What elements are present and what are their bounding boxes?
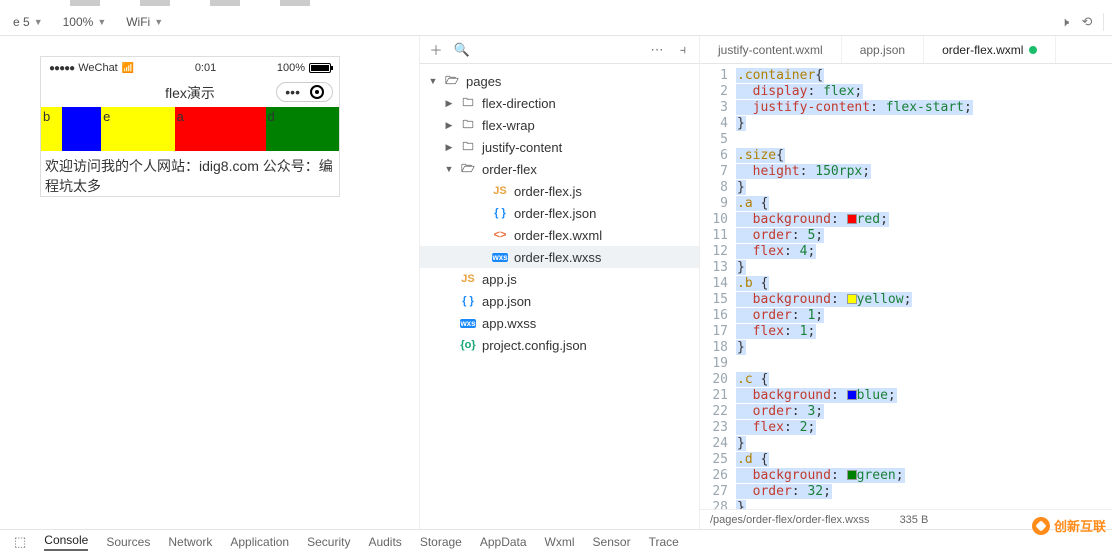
devtab-storage[interactable]: Storage [420,535,462,549]
box-a: a [175,107,266,151]
file-app-json[interactable]: { }app.json [420,290,699,312]
welcome-text: 欢迎访问我的个人网站：idig8.com 公众号：编程坑太多 [41,151,339,196]
folder-flex-wrap[interactable]: ▶🗀flex-wrap [420,114,699,136]
folder-order-flex[interactable]: ▼🗁order-flex [420,158,699,180]
wifi-icon [122,62,134,74]
watermark: 创新互联 [1032,516,1106,535]
file-app-wxss[interactable]: wxsapp.wxss [420,312,699,334]
file-path: /pages/order-flex/order-flex.wxss [710,514,870,526]
rotate-icon[interactable]: ⟲ [1079,14,1095,30]
file-order-flex-wxss[interactable]: wxsorder-flex.wxss [420,246,699,268]
box-c [62,107,101,151]
folder-pages[interactable]: ▼🗁pages [420,70,699,92]
capsule-close-icon[interactable] [310,85,324,99]
devtab-application[interactable]: Application [230,535,289,549]
code-editor[interactable]: 1234567891011121314151617181920212223242… [700,64,1112,509]
page-title: flex演示 [165,83,215,103]
file-order-flex-wxml[interactable]: <>order-flex.wxml [420,224,699,246]
file-app-js[interactable]: JSapp.js [420,268,699,290]
folder-icon: 🗁 [444,72,460,91]
zoom-dropdown[interactable]: 100%▼ [56,12,114,32]
capsule-menu-icon[interactable]: ••• [285,85,300,99]
folder-justify-content[interactable]: ▶🗀justify-content [420,136,699,158]
devtab-audits[interactable]: Audits [368,535,401,549]
split-icon[interactable]: ⫞ [675,42,691,58]
search-icon[interactable]: 🔍 [454,42,470,58]
devtab-network[interactable]: Network [168,535,212,549]
device-dropdown[interactable]: e 5▼ [6,12,50,32]
file-order-flex-js[interactable]: JSorder-flex.js [420,180,699,202]
battery-icon [309,63,331,73]
devtab-sensor[interactable]: Sensor [593,535,631,549]
inspect-icon[interactable]: ⬚ [14,534,26,550]
devtab-console[interactable]: Console [44,533,88,551]
box-e: e [101,107,175,151]
devtab-security[interactable]: Security [307,535,350,549]
simulator: ●●●●● WeChat 0:01 100% flex演示 ••• b [40,56,340,197]
devtab-appdata[interactable]: AppData [480,535,527,549]
modified-dot-icon [1029,46,1037,54]
file-project-config[interactable]: {o}project.config.json [420,334,699,356]
tab-justify-content[interactable]: justify-content.wxml [700,36,842,63]
tab-order-flex-wxml[interactable]: order-flex.wxml [924,36,1056,63]
logo-icon [1032,517,1050,535]
add-icon[interactable]: ＋ [428,42,444,58]
more-icon[interactable]: ⋯ [649,42,665,58]
signal-icon: ●●●●● [49,63,74,74]
editor-tabs: justify-content.wxml app.json order-flex… [700,36,1112,64]
file-order-flex-json[interactable]: { }order-flex.json [420,202,699,224]
file-size: 335 B [900,514,929,526]
flex-demo: b e a d [41,107,339,151]
top-toolbar: e 5▼ 100%▼ WiFi▼ 🕨 ⟲ [0,8,1112,36]
file-tree: ▼🗁pages ▶🗀flex-direction ▶🗀flex-wrap ▶🗀j… [420,64,699,362]
network-dropdown[interactable]: WiFi▼ [119,12,170,32]
devtools-tabs: ⬚ Console Sources Network Application Se… [0,529,1112,553]
clock: 0:01 [195,62,216,74]
devtab-trace[interactable]: Trace [649,535,679,549]
box-b: b [41,107,62,151]
devtab-wxml[interactable]: Wxml [545,535,575,549]
tab-app-json[interactable]: app.json [842,36,924,63]
box-d: d [266,107,340,151]
mute-icon[interactable]: 🕨 [1057,14,1073,30]
devtab-sources[interactable]: Sources [106,535,150,549]
folder-flex-direction[interactable]: ▶🗀flex-direction [420,92,699,114]
